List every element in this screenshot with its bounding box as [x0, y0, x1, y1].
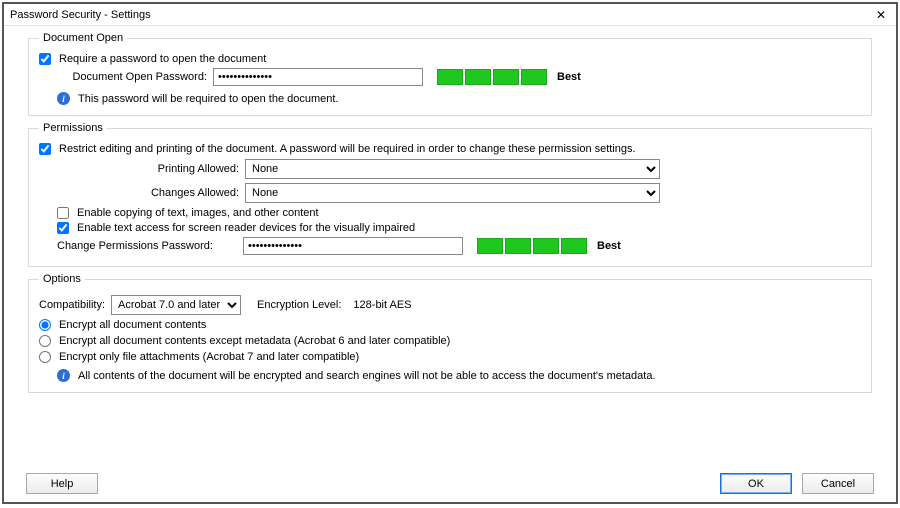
- restrict-editing-label: Restrict editing and printing of the doc…: [59, 143, 636, 155]
- open-password-strength-label: Best: [557, 71, 581, 83]
- change-permissions-password-label: Change Permissions Password:: [57, 240, 237, 252]
- screen-reader-label: Enable text access for screen reader dev…: [77, 222, 415, 234]
- info-icon: i: [57, 369, 70, 382]
- strength-bar: [465, 69, 491, 85]
- open-password-strength-meter: [437, 69, 547, 85]
- restrict-editing-checkbox[interactable]: Restrict editing and printing of the doc…: [39, 143, 636, 155]
- options-group: Options Compatibility: Acrobat 7.0 and l…: [28, 273, 872, 393]
- strength-bar: [533, 238, 559, 254]
- help-button[interactable]: Help: [26, 473, 98, 494]
- info-icon: i: [57, 92, 70, 105]
- permissions-legend: Permissions: [39, 122, 107, 134]
- permissions-password-strength-label: Best: [597, 240, 621, 252]
- title-bar: Password Security - Settings ✕: [4, 4, 896, 26]
- encryption-level-label: Encryption Level:: [257, 299, 341, 311]
- screen-reader-checkbox[interactable]: Enable text access for screen reader dev…: [57, 222, 415, 234]
- strength-bar: [437, 69, 463, 85]
- strength-bar: [521, 69, 547, 85]
- enable-copy-checkbox[interactable]: Enable copying of text, images, and othe…: [57, 207, 319, 219]
- strength-bar: [493, 69, 519, 85]
- encryption-level-value: 128-bit AES: [353, 299, 411, 311]
- compatibility-label: Compatibility:: [39, 299, 105, 311]
- encrypt-except-metadata-radio[interactable]: Encrypt all document contents except met…: [39, 335, 450, 347]
- screen-reader-input[interactable]: [57, 222, 69, 234]
- cancel-button[interactable]: Cancel: [802, 473, 874, 494]
- open-password-label: Document Open Password:: [57, 71, 207, 83]
- compatibility-select[interactable]: Acrobat 7.0 and later: [111, 295, 241, 315]
- encrypt-except-metadata-input[interactable]: [39, 335, 51, 347]
- open-password-input[interactable]: [213, 68, 423, 86]
- encrypt-attachments-input[interactable]: [39, 351, 51, 363]
- document-open-legend: Document Open: [39, 32, 127, 44]
- dialog-window: Password Security - Settings ✕ Document …: [2, 2, 898, 504]
- encrypt-except-metadata-label: Encrypt all document contents except met…: [59, 335, 450, 347]
- dialog-content: Document Open Require a password to open…: [4, 26, 896, 469]
- strength-bar: [477, 238, 503, 254]
- encrypt-all-radio[interactable]: Encrypt all document contents: [39, 319, 206, 331]
- document-open-group: Document Open Require a password to open…: [28, 32, 872, 116]
- ok-button[interactable]: OK: [720, 473, 792, 494]
- require-password-label: Require a password to open the document: [59, 53, 266, 65]
- encrypt-attachments-radio[interactable]: Encrypt only file attachments (Acrobat 7…: [39, 351, 359, 363]
- encrypt-attachments-label: Encrypt only file attachments (Acrobat 7…: [59, 351, 359, 363]
- changes-allowed-select[interactable]: None: [245, 183, 660, 203]
- encrypt-all-input[interactable]: [39, 319, 51, 331]
- options-info-text: All contents of the document will be enc…: [78, 370, 656, 382]
- dialog-footer: Help OK Cancel: [4, 469, 896, 502]
- close-icon[interactable]: ✕: [872, 8, 890, 22]
- strength-bar: [505, 238, 531, 254]
- permissions-group: Permissions Restrict editing and printin…: [28, 122, 872, 267]
- open-password-info-text: This password will be required to open t…: [78, 93, 338, 105]
- printing-allowed-label: Printing Allowed:: [39, 163, 239, 175]
- dialog-title: Password Security - Settings: [10, 9, 151, 21]
- permissions-password-strength-meter: [477, 238, 587, 254]
- require-password-checkbox[interactable]: Require a password to open the document: [39, 53, 266, 65]
- changes-allowed-label: Changes Allowed:: [39, 187, 239, 199]
- strength-bar: [561, 238, 587, 254]
- options-legend: Options: [39, 273, 85, 285]
- enable-copy-label: Enable copying of text, images, and othe…: [77, 207, 319, 219]
- enable-copy-input[interactable]: [57, 207, 69, 219]
- printing-allowed-select[interactable]: None: [245, 159, 660, 179]
- restrict-editing-input[interactable]: [39, 143, 51, 155]
- encrypt-all-label: Encrypt all document contents: [59, 319, 206, 331]
- require-password-input[interactable]: [39, 53, 51, 65]
- change-permissions-password-input[interactable]: [243, 237, 463, 255]
